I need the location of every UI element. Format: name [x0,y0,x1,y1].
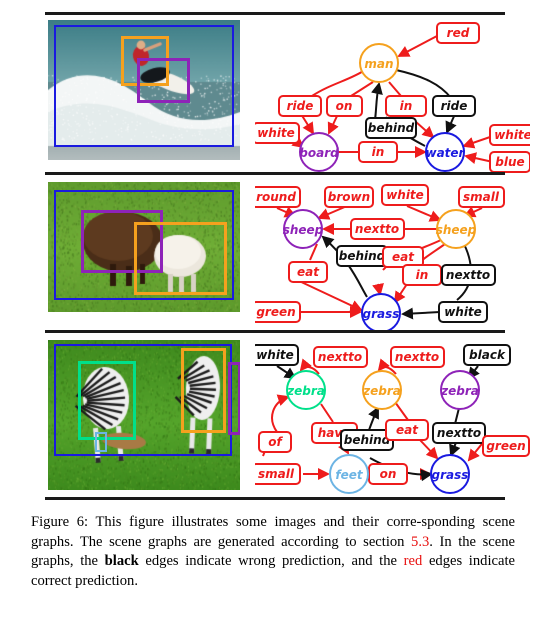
edge-label: eat [392,250,415,264]
edge-label: small [463,190,500,204]
graph-node-label: water [426,146,466,160]
edge-label: in [400,99,413,113]
graph-node-label: grass [432,468,469,482]
graph-node-label: feet [335,468,363,482]
edge-label: black [469,348,506,362]
caption-segment: red [403,553,423,570]
edge-label: brown [328,190,370,204]
figure-bottom-rule [45,497,505,500]
graph-node-label: board [299,146,339,160]
edge-label: blue [495,155,524,169]
surfer-photo [48,20,240,160]
edge-label: ride [287,99,314,113]
figure-container: red ride on in ride behind white in whit… [0,0,545,637]
edge-label: eat [297,265,320,279]
edge-label: small [258,467,295,481]
scene-graph-surfer: red ride on in ride behind white in whit… [255,22,530,173]
bbox-feet [95,432,107,452]
row-separator-2 [45,330,505,333]
caption-segment: black [104,553,139,570]
edge-label: in [372,145,385,159]
caption-segment: 5.3 [411,533,430,550]
sheep-photo [48,182,240,312]
graph-node-label: sheep [436,223,477,237]
bbox-zebra-green [78,361,136,440]
scene-graph-sheep: round brown white small nextto behind ea… [255,184,505,332]
figure-top-rule [45,12,505,15]
bbox-board [137,58,190,103]
edge-label: on [336,99,353,113]
edge-label: nextto [437,426,481,440]
edge-label: in [416,268,429,282]
edge-label: eat [396,423,419,437]
edge-label: behind [339,249,386,263]
graph-node-label: grass [363,307,400,321]
graph-node-label: sheep [283,223,324,237]
edge-label: white [256,348,294,362]
zebra-photo [48,340,240,490]
edge-label: red [447,26,470,40]
edge-label: white [257,126,295,140]
bbox-sheep-white [134,222,227,295]
edge-label: nextto [446,268,490,282]
graph-node-label: man [364,57,393,71]
edge-label: round [256,190,296,204]
edge-label: of [268,435,283,449]
edge-label: behind [368,121,415,135]
edge-label: white [444,305,482,319]
edge-label: white [494,128,530,142]
scene-graph-zebra: white nextto nextto black of have behind… [255,344,530,494]
caption-segment: edges indicate wrong prediction, and the [138,553,404,570]
bbox-zebra-purple [228,362,240,435]
row-separator-1 [45,172,505,175]
edge-label: nextto [395,350,439,364]
edge-label: nextto [318,350,362,364]
graph-node-label: zebra [286,384,325,398]
edge-label: on [380,467,397,481]
bbox-zebra-orange [181,348,226,433]
graph-node-label: zebra [362,384,401,398]
graph-node-label: zebra [440,384,479,398]
figure-caption: Figure 6: This figure illustrates some i… [31,513,515,591]
edge-label: green [486,439,525,453]
edge-label: nextto [355,222,399,236]
edge-label: green [256,305,295,319]
edge-label: white [386,188,424,202]
edge-label: ride [441,99,468,113]
edge-label: behind [344,433,391,447]
